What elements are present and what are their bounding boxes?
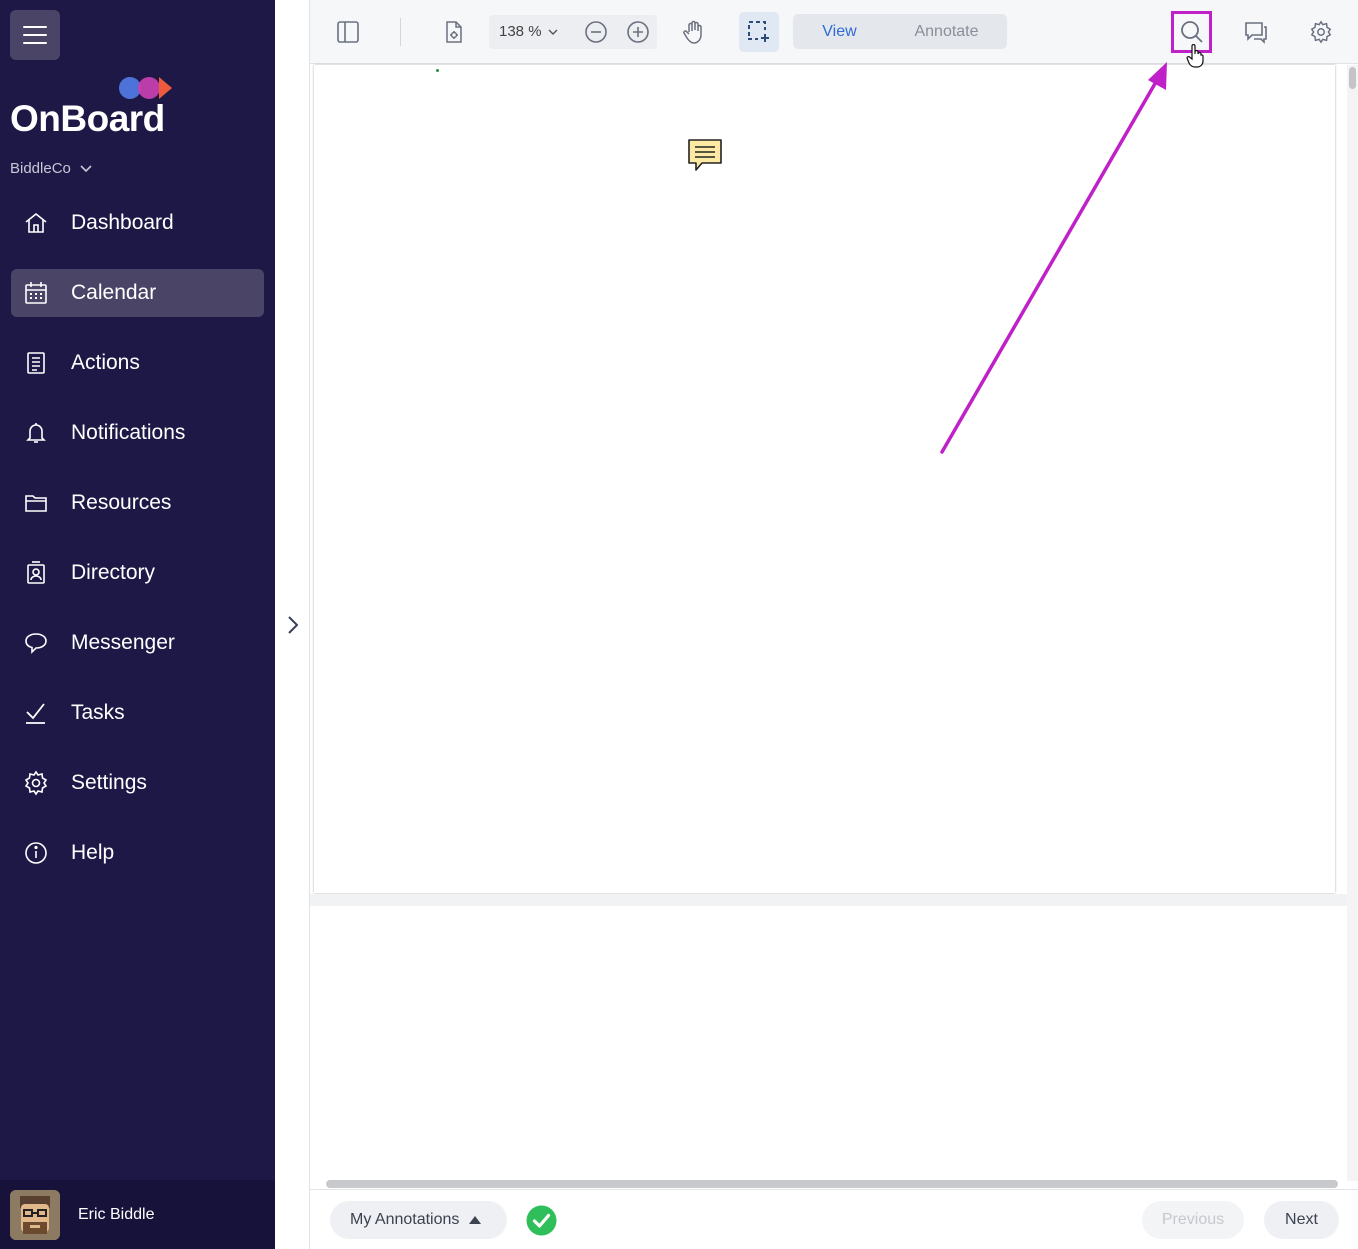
zoom-control: 138 %	[489, 15, 657, 49]
nav-item-help[interactable]: Help	[11, 829, 264, 877]
zoom-in-button[interactable]	[622, 16, 654, 48]
brand-logo[interactable]: OnBoard	[10, 74, 180, 140]
document-settings-icon	[446, 21, 462, 43]
toggle-sidebar-button[interactable]	[332, 16, 364, 48]
zoom-out-button[interactable]	[580, 16, 612, 48]
actions-icon	[27, 352, 45, 374]
hamburger-menu-button[interactable]	[10, 10, 60, 60]
org-name: BiddleCo	[10, 160, 71, 177]
hamburger-icon-bar	[23, 26, 47, 28]
info-icon	[25, 842, 47, 864]
nav-item-label: Actions	[71, 351, 140, 374]
home-icon	[25, 212, 47, 233]
nav-item-messenger[interactable]: Messenger	[11, 619, 264, 667]
nav-item-directory[interactable]: Directory	[11, 549, 264, 597]
nav-item-notifications[interactable]: Notifications	[11, 409, 264, 457]
nav-item-label: Dashboard	[71, 211, 174, 234]
page-separator	[310, 894, 1347, 906]
my-annotations-label: My Annotations	[350, 1211, 460, 1228]
pan-tool-button[interactable]	[678, 16, 710, 48]
vertical-scrollbar[interactable]	[1347, 65, 1358, 1181]
bell-icon	[26, 423, 46, 443]
nav-item-label: Notifications	[71, 421, 186, 444]
nav-item-label: Tasks	[71, 701, 125, 724]
caret-up-icon	[469, 1216, 482, 1224]
main-nav: Dashboard Calendar Actions Notifications	[11, 199, 264, 899]
annotate-mode-tab[interactable]: Annotate	[886, 14, 1007, 49]
zoom-level-dropdown[interactable]: 138 %	[499, 23, 542, 40]
zoom-out-icon	[585, 21, 607, 43]
nav-item-label: Help	[71, 841, 115, 864]
document-viewport[interactable]	[310, 65, 1358, 1188]
nav-item-label: Messenger	[71, 631, 175, 654]
avatar	[10, 1189, 60, 1240]
comments-button[interactable]	[1240, 16, 1272, 48]
sidebar: OnBoard BiddleCo Dashboard Calendar Acti…	[0, 0, 275, 1249]
annotation-footer: My Annotations Previous Next	[310, 1189, 1358, 1249]
mode-switcher: View Annotate	[793, 14, 1007, 49]
check-icon	[26, 703, 45, 724]
folder-icon	[25, 495, 47, 512]
vertical-scrollbar-thumb[interactable]	[1349, 67, 1356, 89]
nav-item-label: Resources	[71, 491, 172, 514]
my-annotations-button[interactable]: My Annotations	[330, 1201, 507, 1239]
annotation-dot[interactable]	[436, 69, 439, 72]
avatar-face-icon	[10, 1189, 60, 1240]
hamburger-icon-bar	[23, 34, 47, 36]
chevron-down-icon	[80, 164, 92, 172]
brand-name: OnBoard	[10, 98, 165, 139]
sticky-note-comment-icon[interactable]	[686, 137, 724, 175]
check-circle-icon	[526, 1205, 557, 1236]
nav-item-label: Settings	[71, 771, 147, 794]
org-switcher[interactable]: BiddleCo	[10, 160, 93, 177]
calendar-icon	[25, 282, 47, 304]
comments-icon	[1245, 22, 1267, 44]
gear-icon	[24, 770, 48, 796]
view-mode-tab[interactable]: View	[793, 14, 886, 49]
chat-icon	[25, 633, 47, 654]
nav-item-settings[interactable]: Settings	[11, 759, 264, 807]
nav-item-label: Calendar	[71, 281, 157, 304]
sidebar-panel-icon	[337, 21, 359, 43]
nav-item-resources[interactable]: Resources	[11, 479, 264, 527]
nav-item-calendar[interactable]: Calendar	[11, 269, 264, 317]
chevron-down-icon[interactable]	[547, 26, 559, 38]
user-name: Eric Biddle	[78, 1205, 155, 1223]
nav-item-tasks[interactable]: Tasks	[11, 689, 264, 737]
gear-icon	[1310, 20, 1332, 44]
next-button[interactable]: Next	[1264, 1201, 1339, 1239]
horizontal-scrollbar[interactable]	[326, 1180, 1338, 1188]
nav-item-actions[interactable]: Actions	[11, 339, 264, 387]
panel-collapse-strip	[275, 0, 310, 1249]
directory-icon	[27, 561, 45, 584]
hamburger-icon-bar	[23, 42, 47, 44]
toolbar-divider	[400, 18, 401, 46]
user-profile[interactable]: Eric Biddle	[0, 1180, 275, 1249]
logo-dots-icon	[119, 77, 172, 99]
nav-item-label: Directory	[71, 561, 156, 584]
document-page[interactable]	[314, 65, 1335, 893]
nav-item-dashboard[interactable]: Dashboard	[11, 199, 264, 247]
viewer-settings-button[interactable]	[1305, 16, 1337, 48]
page-settings-button[interactable]	[438, 16, 470, 48]
chevron-right-icon[interactable]	[284, 614, 302, 636]
select-area-button[interactable]	[739, 12, 779, 52]
marquee-select-icon	[748, 21, 769, 42]
hand-icon	[683, 20, 702, 44]
previous-button[interactable]: Previous	[1142, 1201, 1244, 1239]
hand-pointer-cursor-icon	[1186, 44, 1204, 68]
zoom-in-icon	[627, 21, 649, 43]
